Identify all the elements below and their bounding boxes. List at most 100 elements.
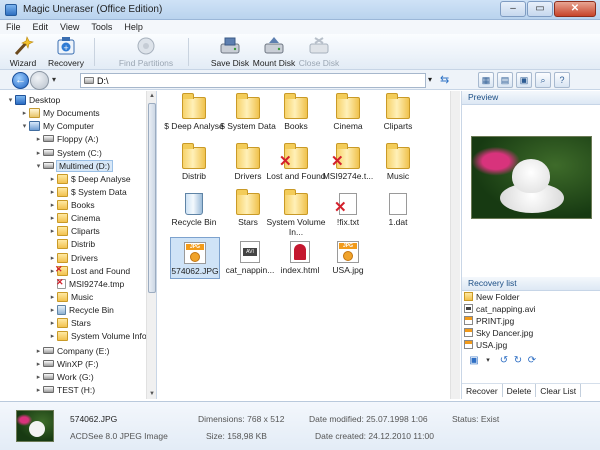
address-input[interactable]	[80, 73, 426, 88]
save-disk-button[interactable]: Save Disk	[210, 35, 250, 69]
rotate-left-icon[interactable]: ↺	[498, 355, 510, 367]
tree-item[interactable]: ▸ $ Deep Analyse	[48, 172, 131, 185]
tree-item[interactable]: ▸ TEST (H:)	[34, 383, 95, 396]
folder-icon	[386, 143, 410, 169]
deleted-folder-icon	[331, 143, 360, 170]
menu-file[interactable]: File	[0, 22, 27, 32]
folder-icon	[57, 238, 68, 249]
tree-item[interactable]: ▸ Company (E:)	[34, 344, 110, 357]
menu-edit[interactable]: Edit	[27, 22, 55, 32]
drive-icon	[43, 149, 54, 156]
file-tile[interactable]: $ Deep Analyse	[164, 93, 224, 145]
list-item[interactable]: USA.jpg	[464, 339, 507, 350]
back-arrow-icon[interactable]: ←	[12, 72, 29, 89]
tree-item[interactable]: ▸ Cliparts	[48, 224, 100, 237]
list-item[interactable]: New Folder	[464, 291, 519, 302]
scrollbar-thumb[interactable]	[148, 103, 156, 293]
preview-header: Preview	[462, 91, 600, 105]
scroll-up-icon[interactable]: ▲	[147, 91, 156, 101]
tree-item[interactable]: ▸ Recycle Bin	[48, 303, 114, 316]
minimize-button[interactable]: –	[500, 1, 526, 17]
tree-item[interactable]: ▸ My Documents	[20, 106, 100, 119]
menu-help[interactable]: Help	[118, 22, 149, 32]
folder-icon	[57, 291, 68, 302]
grid-scrollbar[interactable]	[450, 91, 460, 399]
jpg-file-icon	[464, 316, 473, 325]
history-dropdown-icon[interactable]: ▾	[52, 75, 56, 84]
menu-view[interactable]: View	[54, 22, 85, 32]
wizard-button[interactable]: Wizard	[6, 35, 40, 69]
toolbar: Wizard + Recovery Find Partitions Save D…	[0, 34, 600, 70]
tree-item[interactable]: ▸ Floppy (A:)	[34, 132, 99, 145]
recovery-icon: +	[57, 37, 75, 55]
address-dropdown-icon[interactable]: ▾	[428, 75, 432, 84]
dropdown-icon[interactable]: ▾	[482, 355, 494, 367]
window-title: Magic Uneraser (Office Edition)	[23, 4, 163, 15]
mount-disk-button[interactable]: Mount Disk	[252, 35, 296, 69]
tree-item[interactable]: ▸ Work (G:)	[34, 370, 94, 383]
clear-list-button[interactable]: Clear List	[536, 384, 582, 397]
tree-item[interactable]: ▸ Cinema	[48, 211, 100, 224]
tree-item[interactable]: ▸ Books	[48, 198, 95, 211]
folder-icon	[284, 93, 308, 119]
tree-scrollbar[interactable]: ▲ ▼	[146, 91, 156, 399]
tree-item[interactable]: ▸ WinXP (F:)	[34, 357, 99, 370]
file-tile[interactable]: Cliparts	[368, 93, 428, 145]
recycle-bin-icon	[57, 304, 66, 315]
tree-item[interactable]: ▸ Drivers	[48, 251, 98, 264]
find-partitions-button[interactable]: Find Partitions	[118, 35, 174, 69]
tree-item[interactable]: ▾ My Computer	[20, 119, 94, 132]
rotate-right-icon[interactable]: ↻	[512, 355, 524, 367]
preview-pane-icon[interactable]: ▣	[516, 72, 532, 88]
status-filetype: ACDSee 8.0 JPEG Image	[70, 431, 168, 441]
forward-button[interactable]	[30, 71, 49, 90]
maximize-button[interactable]: ▭	[527, 1, 553, 17]
image-view-icon[interactable]: ▣	[468, 355, 480, 367]
search-icon[interactable]: ⌕	[535, 72, 551, 88]
folder-icon	[57, 330, 68, 341]
file-tile[interactable]: Lost and Found	[266, 143, 326, 195]
tree-item[interactable]: ▸ Music	[48, 290, 93, 303]
folders-pane-icon[interactable]: ▤	[497, 72, 513, 88]
file-tile[interactable]: Music	[368, 143, 428, 195]
tree-item[interactable]: MSI9274e.tmp	[48, 277, 124, 290]
tree-item[interactable]: ▸ $ System Data	[48, 185, 127, 198]
file-tile-selected[interactable]: JPG 574062.JPG	[170, 237, 220, 279]
menu-tools[interactable]: Tools	[85, 22, 118, 32]
file-tile[interactable]: JPG USA.jpg	[318, 237, 378, 289]
recovery-button[interactable]: + Recovery	[46, 35, 86, 69]
recover-button[interactable]: Recover	[462, 384, 503, 397]
tree-item-selected[interactable]: ▾ Multimed (D:)	[34, 159, 114, 172]
file-tile[interactable]: 1.dat	[368, 189, 428, 241]
folder-icon	[57, 317, 68, 328]
tree-item[interactable]: Distrib	[48, 237, 95, 250]
list-item[interactable]: Sky Dancer.jpg	[464, 327, 533, 338]
refresh-icon[interactable]: ⟳	[526, 355, 538, 367]
file-tile[interactable]: Recycle Bin	[164, 189, 224, 241]
folder-icon	[236, 189, 260, 215]
list-item[interactable]: cat_napping.avi	[464, 303, 536, 314]
folder-icon	[182, 93, 206, 119]
delete-button[interactable]: Delete	[503, 384, 537, 397]
deleted-folder-icon	[279, 143, 308, 170]
folder-icon	[57, 186, 68, 197]
file-tile[interactable]: Books	[266, 93, 326, 145]
folder-icon	[57, 212, 68, 223]
list-item[interactable]: PRINT.jpg	[464, 315, 514, 326]
deleted-folder-icon	[55, 264, 68, 276]
go-icon[interactable]: ⇆	[440, 73, 449, 86]
tree-item[interactable]: ▾ Desktop	[6, 93, 60, 106]
tree-item[interactable]: ▸ Stars	[48, 316, 91, 329]
file-tile[interactable]: Distrib	[164, 143, 224, 195]
file-tile[interactable]: System Volume In...	[266, 189, 326, 241]
view-mode-icon[interactable]: ▦	[478, 72, 494, 88]
scroll-down-icon[interactable]: ▼	[147, 389, 156, 399]
title-bar: Magic Uneraser (Office Edition) – ▭ ✕	[0, 0, 600, 20]
html-file-icon	[290, 241, 310, 263]
tree-item[interactable]: ▸ System (C:)	[34, 146, 102, 159]
tree-item[interactable]: ▸ System Volume Infor	[48, 329, 149, 342]
close-button[interactable]: ✕	[554, 1, 596, 17]
tree-item[interactable]: ▸Lost and Found	[48, 264, 130, 277]
help-icon[interactable]: ?	[554, 72, 570, 88]
close-disk-button[interactable]: Close Disk	[298, 35, 340, 69]
